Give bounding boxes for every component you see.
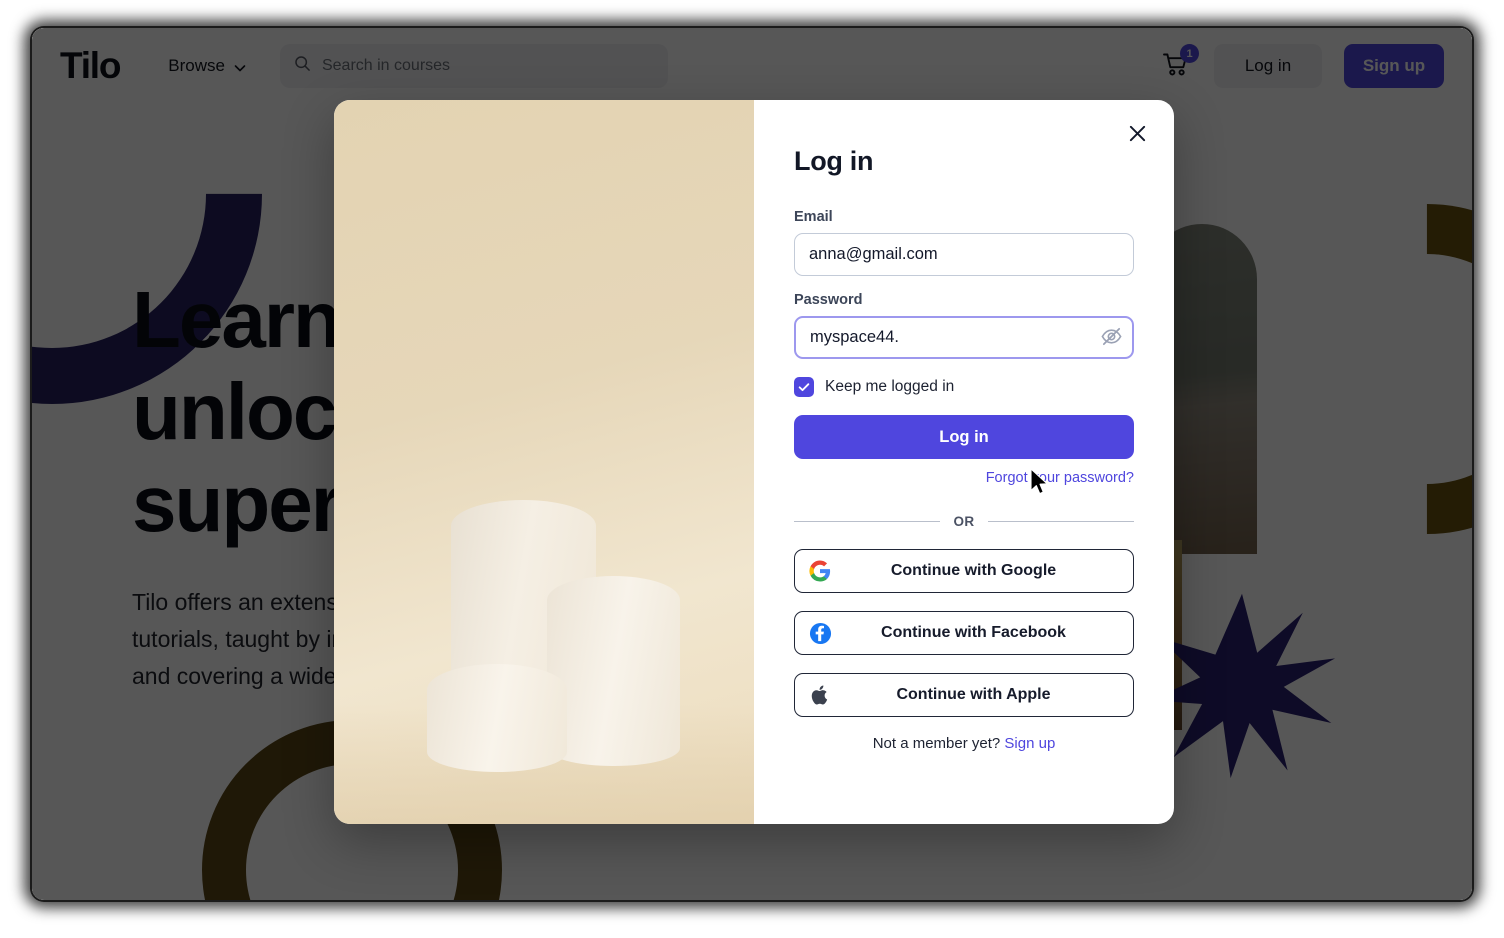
facebook-button-label: Continue with Facebook — [881, 624, 1066, 641]
keep-logged-in-label: Keep me logged in — [825, 378, 955, 395]
email-label: Email — [794, 209, 833, 225]
password-field-group: Password — [794, 292, 1134, 359]
close-icon[interactable] — [1122, 118, 1152, 148]
continue-with-apple-button[interactable]: Continue with Apple — [794, 673, 1134, 717]
or-divider: OR — [794, 514, 1134, 529]
password-input[interactable] — [794, 316, 1134, 359]
or-label: OR — [953, 514, 975, 529]
login-modal: Log in Email Password — [334, 100, 1174, 824]
signup-link[interactable]: Sign up — [1004, 735, 1055, 752]
continue-with-facebook-button[interactable]: Continue with Facebook — [794, 611, 1134, 655]
eye-off-icon[interactable] — [1099, 325, 1124, 350]
modal-hero-image — [334, 100, 754, 824]
signup-prompt: Not a member yet? Sign up — [794, 735, 1134, 752]
divider-line-left — [794, 521, 941, 522]
continue-with-google-button[interactable]: Continue with Google — [794, 549, 1134, 593]
divider-line-right — [987, 521, 1134, 522]
keep-logged-in-checkbox[interactable]: Keep me logged in — [794, 377, 1134, 397]
forgot-password-link[interactable]: Forgot your password? — [794, 470, 1134, 486]
password-input-wrapper — [794, 316, 1134, 359]
checkbox-checked-icon — [794, 377, 814, 397]
browser-viewport: Tilo Browse Search in courses — [32, 28, 1472, 900]
email-input[interactable] — [794, 233, 1134, 276]
modal-title: Log in — [794, 146, 874, 176]
submit-login-button[interactable]: Log in — [794, 415, 1134, 459]
podium-short — [427, 664, 567, 772]
email-field-group: Email — [794, 209, 1134, 276]
login-form: Log in Email Password — [754, 100, 1174, 824]
signup-prompt-text: Not a member yet? — [872, 735, 1001, 752]
apple-button-label: Continue with Apple — [896, 686, 1051, 703]
google-button-label: Continue with Google — [890, 562, 1057, 579]
password-label: Password — [794, 292, 863, 308]
